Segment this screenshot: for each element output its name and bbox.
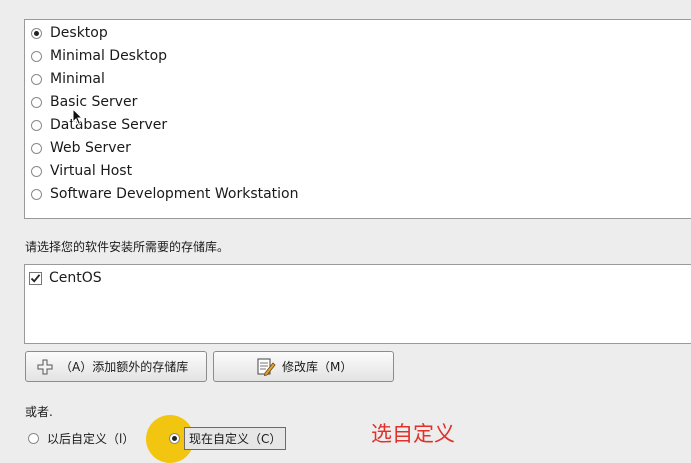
radio-button[interactable]	[28, 433, 39, 444]
customize-later-option[interactable]: 以后自定义（l）	[28, 430, 134, 447]
plus-icon	[36, 358, 54, 376]
install-option-label: Desktop	[50, 25, 108, 41]
repository-checkbox[interactable]	[29, 271, 42, 285]
radio-button[interactable]	[31, 165, 42, 177]
add-repository-label: （A）添加额外的存储库	[60, 360, 189, 374]
install-option-label: Database Server	[50, 117, 168, 133]
install-option-label: Basic Server	[50, 94, 138, 110]
install-option-database-server[interactable]: Database Server	[31, 114, 167, 136]
install-option-desktop[interactable]: Desktop	[31, 22, 108, 44]
install-option-software-dev-workstation[interactable]: Software Development Workstation	[31, 183, 299, 205]
radio-button[interactable]	[169, 433, 180, 444]
repository-label: CentOS	[49, 270, 102, 286]
install-type-list: Desktop Minimal Desktop Minimal Basic Se…	[24, 19, 691, 219]
install-option-basic-server[interactable]: Basic Server	[31, 91, 137, 113]
install-option-web-server[interactable]: Web Server	[31, 137, 131, 159]
install-option-label: Minimal	[50, 71, 105, 87]
radio-button[interactable]	[31, 119, 42, 131]
radio-button[interactable]	[31, 50, 42, 62]
radio-button[interactable]	[31, 142, 42, 154]
radio-button[interactable]	[31, 73, 42, 85]
customize-later-label: 以后自定义（l）	[47, 432, 135, 446]
install-option-label: Web Server	[50, 140, 131, 156]
install-option-label: Software Development Workstation	[50, 186, 299, 202]
install-option-label: Virtual Host	[50, 163, 133, 179]
radio-button[interactable]	[31, 27, 42, 39]
install-option-virtual-host[interactable]: Virtual Host	[31, 160, 132, 182]
add-repository-button[interactable]: （A）添加额外的存储库	[25, 351, 207, 382]
customize-now-option[interactable]: 现在自定义（C）	[169, 427, 287, 450]
annotation-text: 选自定义	[371, 422, 455, 446]
repository-item-centos[interactable]: CentOS	[29, 268, 102, 288]
customize-now-label: 现在自定义（C）	[184, 427, 287, 450]
edit-document-icon	[256, 357, 276, 377]
install-option-minimal[interactable]: Minimal	[31, 68, 105, 90]
modify-repository-button[interactable]: 修改库（M）	[213, 351, 394, 382]
repository-prompt: 请选择您的软件安装所需要的存储库。	[25, 240, 230, 254]
checkmark-icon	[30, 273, 41, 283]
mouse-cursor-icon	[72, 108, 84, 126]
repository-list: CentOS	[24, 264, 691, 344]
radio-button[interactable]	[31, 96, 42, 108]
install-option-label: Minimal Desktop	[50, 48, 168, 64]
modify-repository-label: 修改库（M）	[282, 360, 353, 374]
install-option-minimal-desktop[interactable]: Minimal Desktop	[31, 45, 167, 67]
radio-button[interactable]	[31, 188, 42, 200]
or-label: 或者.	[25, 405, 53, 419]
